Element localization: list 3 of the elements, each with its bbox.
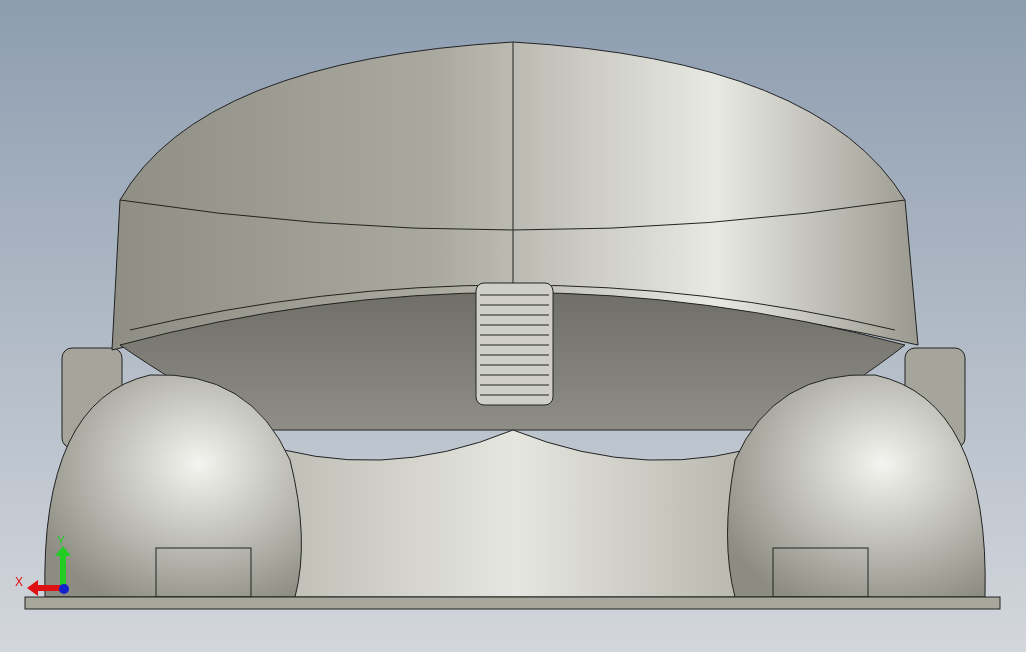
- x-axis-label: X: [15, 575, 23, 589]
- y-axis-label: Y: [57, 534, 65, 548]
- axis-triad-icon: [27, 546, 71, 596]
